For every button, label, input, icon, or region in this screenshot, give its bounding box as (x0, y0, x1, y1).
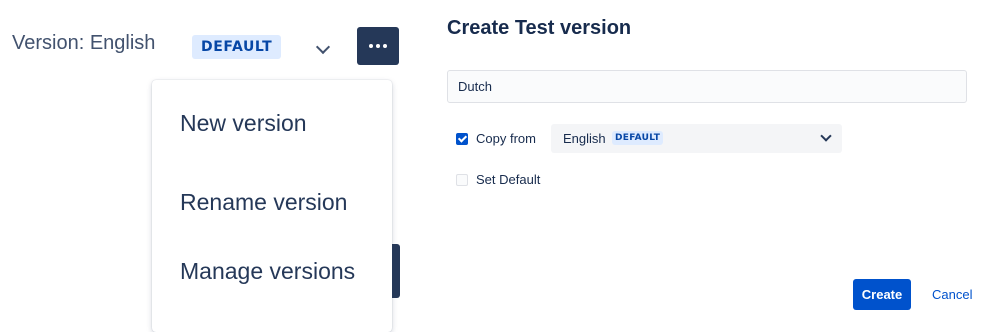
version-actions-menu: New version Rename version Manage versio… (152, 80, 392, 332)
select-default-badge: DEFAULT (612, 131, 664, 145)
copy-from-label: Copy from (476, 131, 536, 146)
chevron-down-icon (820, 130, 832, 142)
create-button[interactable]: Create (853, 279, 911, 310)
menu-scrollbar[interactable] (392, 244, 400, 298)
more-actions-button[interactable] (357, 27, 399, 65)
dot-icon (369, 44, 373, 48)
version-name-input[interactable] (447, 70, 967, 103)
menu-item-rename-version[interactable]: Rename version (180, 189, 347, 216)
menu-item-new-version[interactable]: New version (180, 110, 307, 137)
menu-item-manage-versions[interactable]: Manage versions (180, 258, 355, 285)
version-label: Version: English (12, 32, 156, 54)
set-default-checkbox[interactable] (456, 174, 468, 186)
set-default-label: Set Default (476, 172, 541, 187)
copy-from-select[interactable]: English DEFAULT (551, 124, 842, 153)
dialog-title: Create Test version (447, 17, 632, 39)
dot-icon (376, 44, 380, 48)
default-badge: DEFAULT (192, 35, 282, 59)
select-value: English (563, 131, 606, 146)
copy-from-checkbox[interactable] (456, 133, 468, 145)
chevron-down-icon[interactable] (315, 39, 331, 55)
cancel-button[interactable]: Cancel (932, 287, 972, 302)
dot-icon (383, 44, 387, 48)
